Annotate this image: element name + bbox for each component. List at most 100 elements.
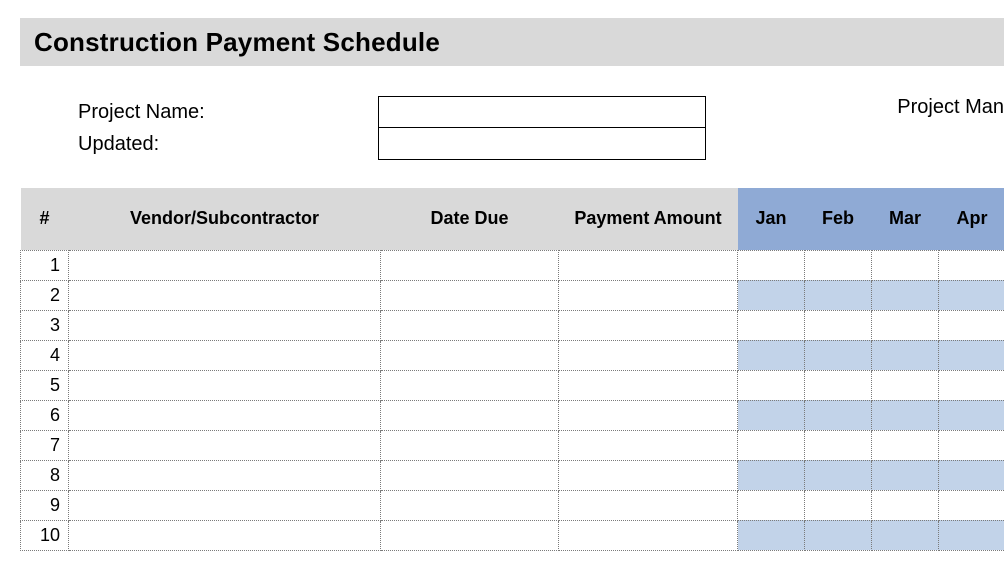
cell-mar[interactable]	[872, 430, 939, 460]
row-number[interactable]: 9	[21, 490, 69, 520]
cell-date[interactable]	[381, 490, 559, 520]
cell-apr[interactable]	[939, 340, 1004, 370]
row-number[interactable]: 4	[21, 340, 69, 370]
cell-date[interactable]	[381, 340, 559, 370]
cell-jan[interactable]	[738, 400, 805, 430]
cell-vendor[interactable]	[69, 490, 381, 520]
cell-amount[interactable]	[559, 370, 738, 400]
meta-row-project-name: Project Name: Project Man	[78, 96, 1004, 128]
cell-apr[interactable]	[939, 370, 1004, 400]
updated-input[interactable]	[378, 128, 706, 160]
cell-amount[interactable]	[559, 250, 738, 280]
row-number[interactable]: 6	[21, 400, 69, 430]
row-number[interactable]: 10	[21, 520, 69, 550]
cell-feb[interactable]	[805, 400, 872, 430]
cell-apr[interactable]	[939, 400, 1004, 430]
cell-vendor[interactable]	[69, 310, 381, 340]
table-row: 6	[21, 400, 1004, 430]
cell-feb[interactable]	[805, 520, 872, 550]
cell-jan[interactable]	[738, 340, 805, 370]
cell-apr[interactable]	[939, 250, 1004, 280]
cell-date[interactable]	[381, 370, 559, 400]
cell-vendor[interactable]	[69, 430, 381, 460]
cell-amount[interactable]	[559, 460, 738, 490]
cell-mar[interactable]	[872, 490, 939, 520]
cell-amount[interactable]	[559, 490, 738, 520]
cell-feb[interactable]	[805, 430, 872, 460]
cell-amount[interactable]	[559, 340, 738, 370]
cell-jan[interactable]	[738, 280, 805, 310]
cell-mar[interactable]	[872, 400, 939, 430]
cell-feb[interactable]	[805, 460, 872, 490]
cell-jan[interactable]	[738, 310, 805, 340]
cell-jan[interactable]	[738, 520, 805, 550]
cell-vendor[interactable]	[69, 280, 381, 310]
cell-date[interactable]	[381, 400, 559, 430]
table-row: 9	[21, 490, 1004, 520]
col-vendor: Vendor/Subcontractor	[69, 188, 381, 250]
row-number[interactable]: 5	[21, 370, 69, 400]
cell-mar[interactable]	[872, 280, 939, 310]
cell-jan[interactable]	[738, 460, 805, 490]
cell-date[interactable]	[381, 430, 559, 460]
cell-jan[interactable]	[738, 430, 805, 460]
cell-date[interactable]	[381, 310, 559, 340]
cell-mar[interactable]	[872, 310, 939, 340]
cell-mar[interactable]	[872, 520, 939, 550]
cell-vendor[interactable]	[69, 400, 381, 430]
cell-date[interactable]	[381, 250, 559, 280]
col-date: Date Due	[381, 188, 559, 250]
col-apr: Apr	[939, 188, 1004, 250]
cell-apr[interactable]	[939, 430, 1004, 460]
cell-amount[interactable]	[559, 400, 738, 430]
cell-feb[interactable]	[805, 370, 872, 400]
cell-mar[interactable]	[872, 460, 939, 490]
table-row: 10	[21, 520, 1004, 550]
col-amount: Payment Amount	[559, 188, 738, 250]
cell-amount[interactable]	[559, 430, 738, 460]
cell-feb[interactable]	[805, 490, 872, 520]
row-number[interactable]: 3	[21, 310, 69, 340]
cell-mar[interactable]	[872, 370, 939, 400]
cell-jan[interactable]	[738, 490, 805, 520]
row-number[interactable]: 1	[21, 250, 69, 280]
cell-amount[interactable]	[559, 310, 738, 340]
cell-date[interactable]	[381, 460, 559, 490]
meta-row-updated: Updated:	[78, 128, 1004, 160]
cell-mar[interactable]	[872, 250, 939, 280]
cell-date[interactable]	[381, 280, 559, 310]
row-number[interactable]: 7	[21, 430, 69, 460]
cell-amount[interactable]	[559, 280, 738, 310]
cell-feb[interactable]	[805, 340, 872, 370]
table-row: 2	[21, 280, 1004, 310]
cell-vendor[interactable]	[69, 460, 381, 490]
cell-feb[interactable]	[805, 280, 872, 310]
cell-feb[interactable]	[805, 250, 872, 280]
cell-jan[interactable]	[738, 370, 805, 400]
cell-apr[interactable]	[939, 310, 1004, 340]
cell-vendor[interactable]	[69, 250, 381, 280]
cell-vendor[interactable]	[69, 520, 381, 550]
payment-table: # Vendor/Subcontractor Date Due Payment …	[20, 188, 1004, 551]
project-name-input[interactable]	[378, 96, 706, 128]
row-number[interactable]: 2	[21, 280, 69, 310]
cell-amount[interactable]	[559, 520, 738, 550]
cell-apr[interactable]	[939, 490, 1004, 520]
cell-date[interactable]	[381, 520, 559, 550]
cell-jan[interactable]	[738, 250, 805, 280]
cell-feb[interactable]	[805, 310, 872, 340]
cell-vendor[interactable]	[69, 370, 381, 400]
payment-table-wrap: # Vendor/Subcontractor Date Due Payment …	[20, 188, 1004, 551]
table-row: 7	[21, 430, 1004, 460]
col-index: #	[21, 188, 69, 250]
row-number[interactable]: 8	[21, 460, 69, 490]
table-row: 8	[21, 460, 1004, 490]
cell-apr[interactable]	[939, 460, 1004, 490]
cell-apr[interactable]	[939, 520, 1004, 550]
col-feb: Feb	[805, 188, 872, 250]
cell-mar[interactable]	[872, 340, 939, 370]
table-row: 1	[21, 250, 1004, 280]
project-name-label: Project Name:	[78, 101, 378, 124]
cell-apr[interactable]	[939, 280, 1004, 310]
cell-vendor[interactable]	[69, 340, 381, 370]
